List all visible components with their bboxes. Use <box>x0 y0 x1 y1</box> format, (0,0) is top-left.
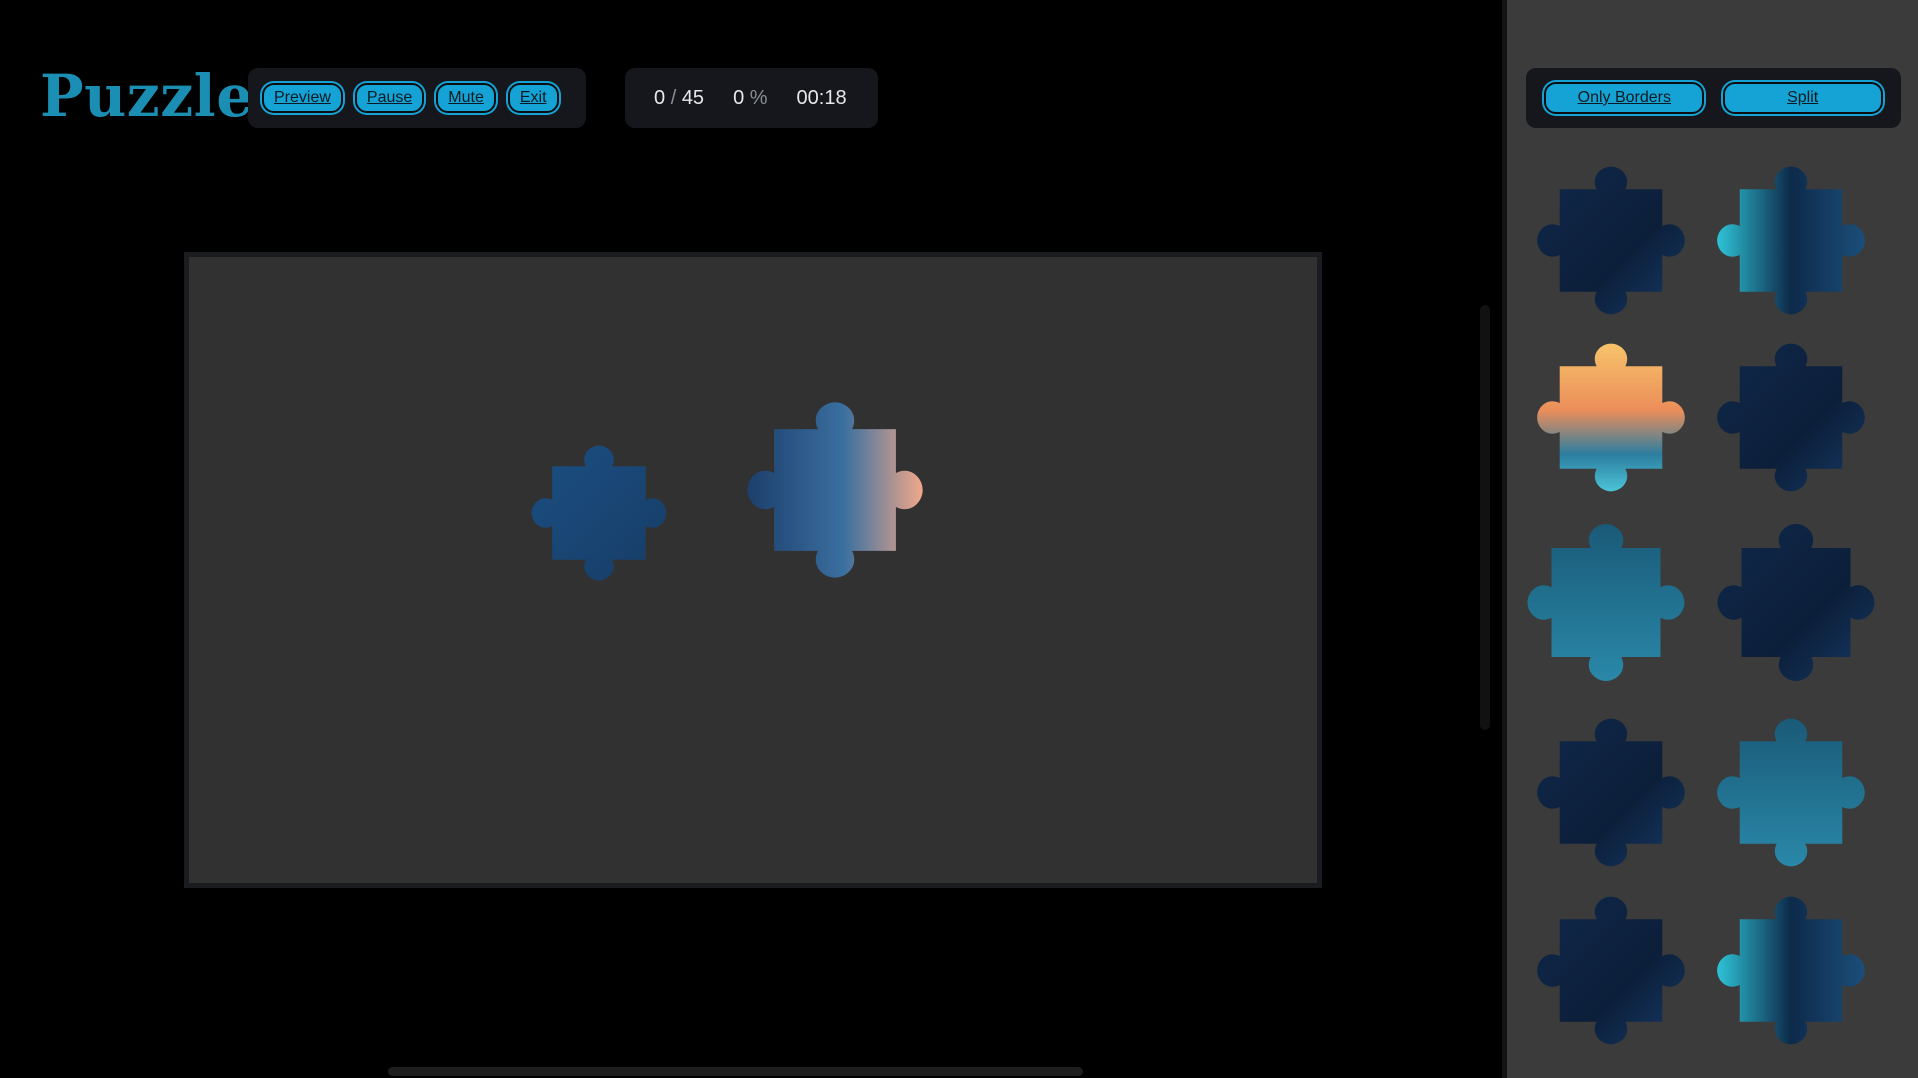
count-separator: / <box>670 86 677 109</box>
app-logo: Puzzle <box>40 62 254 130</box>
placed-count: 0 <box>654 86 666 109</box>
total-count: 45 <box>681 86 705 109</box>
only-borders-button[interactable]: Only Borders <box>1544 82 1705 114</box>
puzzle-board[interactable] <box>184 252 1322 888</box>
tray-piece[interactable] <box>1521 515 1691 690</box>
tray-controls: Only Borders Split <box>1526 68 1901 128</box>
board-horizontal-scrollbar[interactable] <box>388 1067 1083 1076</box>
timer: 00:18 <box>796 86 847 109</box>
tray-piece[interactable] <box>1711 710 1871 875</box>
tray-piece[interactable] <box>1531 158 1691 323</box>
tray-piece[interactable] <box>1531 335 1691 500</box>
progress-percent: 0 % <box>733 87 767 110</box>
piece-tray: Only Borders Split <box>1502 0 1918 1078</box>
exit-button[interactable]: Exit <box>507 83 559 113</box>
game-controls: Preview Pause Mute Exit <box>248 68 586 128</box>
preview-button[interactable]: Preview <box>262 83 343 113</box>
board-vertical-scrollbar[interactable] <box>1480 305 1490 730</box>
puzzle-piece[interactable] <box>514 440 684 586</box>
tray-piece[interactable] <box>1711 158 1871 323</box>
pieces-counter: 0 / 45 <box>654 87 704 110</box>
split-button[interactable]: Split <box>1722 82 1883 114</box>
percent-sign: % <box>749 86 768 109</box>
tray-piece[interactable] <box>1711 888 1871 1053</box>
percent-value: 0 <box>733 86 745 109</box>
tray-piece[interactable] <box>1531 710 1691 875</box>
tray-piece[interactable] <box>1711 515 1881 690</box>
tray-piece[interactable] <box>1531 888 1691 1053</box>
puzzle-piece[interactable] <box>739 395 931 585</box>
mute-button[interactable]: Mute <box>436 83 496 113</box>
tray-piece[interactable] <box>1711 335 1871 500</box>
pause-button[interactable]: Pause <box>354 83 425 113</box>
game-stats: 0 / 45 0 % 00:18 <box>625 68 878 128</box>
